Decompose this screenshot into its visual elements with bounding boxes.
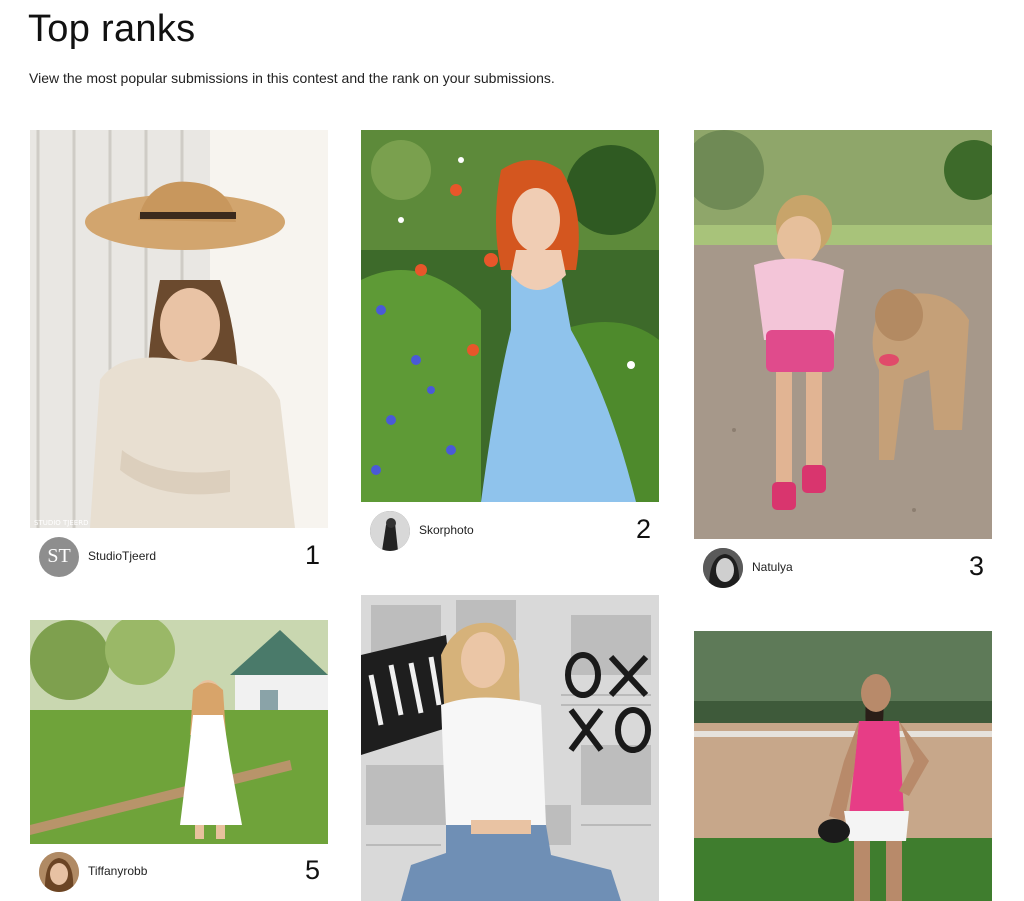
girl-softball-player-image: [694, 631, 992, 901]
avatar-initials: ST: [47, 545, 71, 567]
red-haired-woman-in-flowers-image: [361, 130, 659, 502]
submission-meta: ST StudioTjeerd 1: [30, 537, 328, 579]
avatar[interactable]: [39, 852, 79, 892]
page-subtitle: View the most popular submissions in thi…: [29, 70, 555, 86]
username-link[interactable]: StudioTjeerd: [88, 549, 156, 563]
username-link[interactable]: Skorphoto: [419, 523, 474, 537]
submission-photo-girl-petting-dog[interactable]: [694, 130, 992, 539]
girl-in-white-dress-garden-image: [30, 620, 328, 844]
rank-number: 3: [968, 551, 984, 581]
submission-photo-red-haired-woman[interactable]: [361, 130, 659, 502]
submission-photo-girl-in-straw-hat[interactable]: STUDIO TJEERD: [30, 130, 328, 528]
username-link[interactable]: Tiffanyrobb: [88, 864, 147, 878]
page-title: Top ranks: [28, 8, 196, 50]
rank-number: 5: [304, 855, 320, 885]
avatar[interactable]: [703, 548, 743, 588]
woman-with-newspaper-backdrop-image: [361, 595, 659, 901]
tiffanyrobb-avatar-icon: [39, 852, 79, 892]
submission-meta: Skorphoto 2: [361, 511, 659, 553]
submission-meta: Natulya 3: [694, 548, 992, 590]
submission-meta: Tiffanyrobb 5: [30, 852, 328, 894]
rank-number: 2: [635, 514, 651, 544]
avatar[interactable]: ST: [39, 537, 79, 577]
photographer-avatar-icon: [370, 511, 410, 551]
avatar[interactable]: [370, 511, 410, 551]
username-link[interactable]: Natulya: [752, 560, 793, 574]
submission-photo-softball-player[interactable]: [694, 631, 992, 901]
natulya-avatar-icon: [703, 548, 743, 588]
girl-in-straw-hat-image: STUDIO TJEERD: [30, 130, 328, 528]
photo-watermark: STUDIO TJEERD: [34, 519, 88, 527]
submission-photo-girl-in-white-dress[interactable]: [30, 620, 328, 844]
girl-petting-dog-image: [694, 130, 992, 539]
submission-photo-woman-newspaper-backdrop[interactable]: [361, 595, 659, 901]
rank-number: 1: [304, 540, 320, 570]
